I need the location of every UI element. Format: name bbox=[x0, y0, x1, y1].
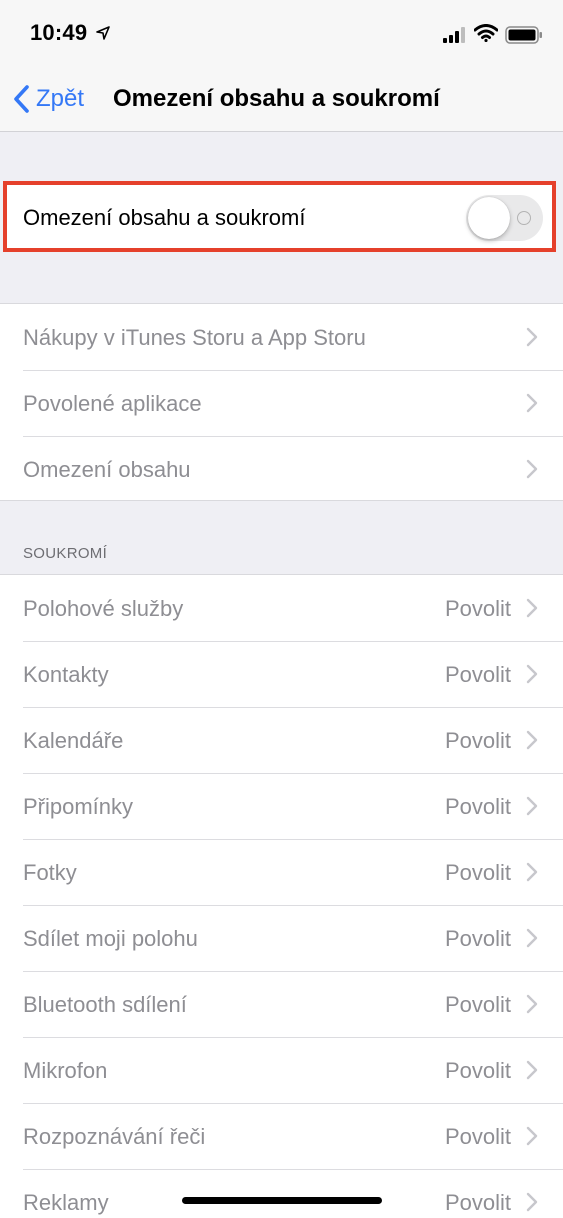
list-item-label: Připomínky bbox=[23, 794, 134, 819]
chevron-right-icon bbox=[526, 730, 538, 750]
list-item-photos[interactable]: Fotky Povolit bbox=[0, 839, 563, 905]
chevron-right-icon bbox=[526, 1192, 538, 1212]
list-item-itunes-app-store-purchases[interactable]: Nákupy v iTunes Storu a App Storu bbox=[0, 304, 563, 370]
chevron-right-icon bbox=[526, 393, 538, 413]
list-item-label: Omezení obsahu bbox=[23, 457, 191, 482]
list-item-bluetooth-sharing[interactable]: Bluetooth sdílení Povolit bbox=[0, 971, 563, 1037]
chevron-right-icon bbox=[526, 664, 538, 684]
wifi-icon bbox=[474, 24, 498, 42]
toggle-knob bbox=[468, 197, 510, 239]
toggle-off-indicator-icon bbox=[517, 211, 531, 225]
list-item-value: Povolit bbox=[444, 926, 511, 951]
store-content-group: Nákupy v iTunes Storu a App Storu Povole… bbox=[0, 303, 563, 501]
list-item-value: Povolit bbox=[444, 596, 511, 621]
list-item-value: Povolit bbox=[444, 794, 511, 819]
status-time: 10:49 bbox=[30, 20, 88, 45]
navigation-bar: Zpět Omezení obsahu a soukromí bbox=[0, 66, 563, 132]
list-item-label: Sdílet moji polohu bbox=[23, 926, 198, 951]
privacy-group: Polohové služby Povolit Kontakty Povolit… bbox=[0, 574, 563, 1218]
list-item-label: Polohové služby bbox=[23, 596, 184, 621]
list-item-speech-recognition[interactable]: Rozpoznávání řeči Povolit bbox=[0, 1103, 563, 1169]
list-item-contacts[interactable]: Kontakty Povolit bbox=[0, 641, 563, 707]
chevron-right-icon bbox=[526, 598, 538, 618]
chevron-right-icon bbox=[526, 459, 538, 479]
chevron-right-icon bbox=[526, 796, 538, 816]
list-item-calendars[interactable]: Kalendáře Povolit bbox=[0, 707, 563, 773]
list-item-microphone[interactable]: Mikrofon Povolit bbox=[0, 1037, 563, 1103]
chevron-right-icon bbox=[526, 1126, 538, 1146]
content-privacy-restrictions-toggle[interactable] bbox=[466, 195, 543, 241]
list-item-reminders[interactable]: Připomínky Povolit bbox=[0, 773, 563, 839]
list-item-share-my-location[interactable]: Sdílet moji polohu Povolit bbox=[0, 905, 563, 971]
page-title: Omezení obsahu a soukromí bbox=[113, 85, 440, 112]
location-arrow-icon bbox=[96, 26, 110, 40]
list-item-location-services[interactable]: Polohové služby Povolit bbox=[0, 575, 563, 641]
section-header-privacy: SOUKROMÍ bbox=[23, 545, 108, 562]
status-bar: 10:49 bbox=[0, 0, 563, 66]
list-item-label: Kalendáře bbox=[23, 728, 124, 753]
list-item-value: Povolit bbox=[444, 860, 511, 885]
back-button[interactable]: Zpět bbox=[12, 82, 84, 116]
chevron-right-icon bbox=[526, 928, 538, 948]
list-item-value: Povolit bbox=[444, 1124, 511, 1149]
chevron-right-icon bbox=[526, 994, 538, 1014]
list-item-value: Povolit bbox=[444, 662, 511, 687]
list-item-value: Povolit bbox=[444, 728, 511, 753]
content-privacy-restrictions-label: Omezení obsahu a soukromí bbox=[23, 205, 306, 230]
cellular-signal-icon bbox=[443, 27, 465, 43]
list-item-allowed-apps[interactable]: Povolené aplikace bbox=[0, 370, 563, 436]
back-label: Zpět bbox=[36, 85, 85, 112]
list-item-label: Reklamy bbox=[23, 1190, 109, 1215]
battery-icon bbox=[505, 26, 542, 44]
list-item-value: Povolit bbox=[444, 992, 511, 1017]
chevron-left-icon bbox=[14, 85, 29, 113]
list-item-label: Nákupy v iTunes Storu a App Storu bbox=[23, 325, 366, 350]
list-item-value: Povolit bbox=[444, 1058, 511, 1083]
chevron-right-icon bbox=[526, 862, 538, 882]
list-item-content-restrictions[interactable]: Omezení obsahu bbox=[0, 436, 563, 502]
list-item-label: Kontakty bbox=[23, 662, 109, 687]
list-item-label: Bluetooth sdílení bbox=[23, 992, 187, 1017]
list-item-label: Mikrofon bbox=[23, 1058, 108, 1083]
list-item-label: Povolené aplikace bbox=[23, 391, 202, 416]
home-indicator[interactable] bbox=[182, 1197, 382, 1204]
list-item-label: Rozpoznávání řeči bbox=[23, 1124, 206, 1149]
content-privacy-restrictions-row: Omezení obsahu a soukromí bbox=[3, 181, 556, 252]
screen: 10:49 Zpět Omezení obsahu a soukromí Ome… bbox=[0, 0, 563, 1218]
chevron-right-icon bbox=[526, 1060, 538, 1080]
list-item-advertising[interactable]: Reklamy Povolit bbox=[0, 1169, 563, 1218]
chevron-right-icon bbox=[526, 327, 538, 347]
list-item-value: Povolit bbox=[444, 1190, 511, 1215]
list-item-label: Fotky bbox=[23, 860, 77, 885]
